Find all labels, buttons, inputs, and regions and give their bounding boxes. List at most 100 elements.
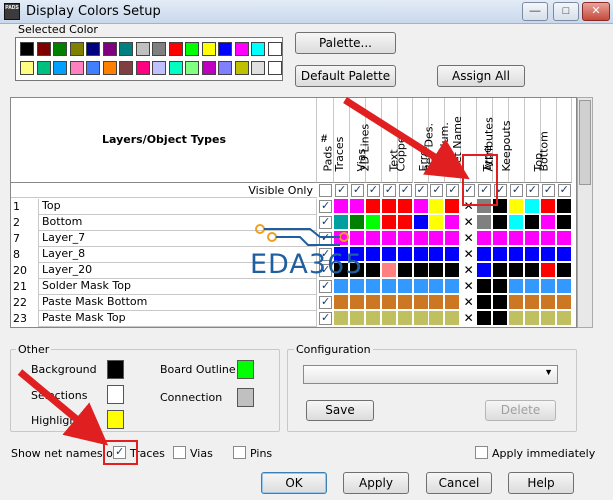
column-visible-checkbox[interactable] bbox=[335, 183, 348, 197]
color-cell[interactable] bbox=[413, 263, 429, 278]
color-cell[interactable] bbox=[508, 279, 524, 294]
column-visible-checkbox[interactable] bbox=[494, 183, 507, 197]
palette-color-cell[interactable] bbox=[267, 61, 282, 75]
layer-visible-checkbox[interactable] bbox=[319, 231, 332, 245]
color-cell[interactable] bbox=[445, 231, 461, 246]
color-cell[interactable] bbox=[413, 295, 429, 310]
palette-color-cell[interactable] bbox=[152, 61, 166, 75]
palette-color-cell[interactable] bbox=[135, 42, 150, 56]
color-cell[interactable] bbox=[477, 247, 493, 262]
column-visible-checkbox[interactable] bbox=[366, 183, 380, 197]
connection-color-swatch[interactable] bbox=[237, 388, 254, 407]
palette-color-cell[interactable] bbox=[20, 61, 34, 75]
palette-color-cell[interactable] bbox=[20, 42, 34, 56]
color-cell[interactable] bbox=[540, 295, 556, 310]
color-cell[interactable] bbox=[381, 263, 397, 278]
selections-color-swatch[interactable] bbox=[107, 385, 124, 404]
palette-color-cell[interactable] bbox=[218, 42, 232, 56]
board-outline-color-swatch[interactable] bbox=[237, 360, 254, 379]
color-cell[interactable] bbox=[334, 295, 349, 310]
color-cell[interactable] bbox=[556, 263, 572, 278]
color-cell[interactable] bbox=[540, 263, 556, 278]
highlight-color-swatch[interactable] bbox=[107, 410, 124, 429]
palette-color-cell[interactable] bbox=[102, 42, 117, 56]
maximize-button[interactable]: □ bbox=[553, 2, 579, 21]
color-cell[interactable] bbox=[365, 199, 381, 214]
palette-color-cell[interactable] bbox=[185, 42, 199, 56]
color-cell[interactable] bbox=[493, 231, 508, 246]
color-cell[interactable] bbox=[524, 311, 540, 326]
palette-color-cell[interactable] bbox=[168, 61, 183, 75]
color-cell[interactable] bbox=[381, 247, 397, 262]
color-cell[interactable] bbox=[365, 295, 381, 310]
color-cell[interactable] bbox=[524, 263, 540, 278]
color-cell[interactable] bbox=[477, 279, 493, 294]
color-cell[interactable] bbox=[381, 311, 397, 326]
color-cell[interactable] bbox=[508, 263, 524, 278]
traces-checkbox[interactable] bbox=[113, 445, 126, 459]
visible-only-all-checkbox[interactable] bbox=[319, 184, 332, 197]
color-cell[interactable] bbox=[540, 279, 556, 294]
color-cell[interactable] bbox=[429, 311, 445, 326]
color-cell[interactable] bbox=[540, 311, 556, 326]
color-cell[interactable] bbox=[524, 231, 540, 246]
color-cell[interactable] bbox=[540, 247, 556, 262]
column-visible-checkbox[interactable] bbox=[446, 183, 460, 197]
default-palette-button[interactable]: Default Palette bbox=[295, 65, 396, 87]
color-cell[interactable] bbox=[524, 295, 540, 310]
color-cell[interactable] bbox=[508, 231, 524, 246]
color-cell[interactable] bbox=[381, 199, 397, 214]
color-cell[interactable] bbox=[508, 295, 524, 310]
palette-color-cell[interactable] bbox=[185, 61, 199, 75]
color-cell[interactable] bbox=[334, 231, 349, 246]
column-visible-checkbox[interactable] bbox=[557, 183, 571, 197]
palette-color-cell[interactable] bbox=[53, 42, 67, 56]
color-cell[interactable] bbox=[429, 295, 445, 310]
color-cell[interactable] bbox=[365, 215, 381, 230]
color-cell[interactable] bbox=[349, 215, 365, 230]
cancel-button[interactable]: Cancel bbox=[426, 472, 492, 494]
color-cell[interactable] bbox=[445, 279, 461, 294]
color-cell[interactable] bbox=[508, 311, 524, 326]
color-cell[interactable] bbox=[508, 215, 524, 230]
palette-color-cell[interactable] bbox=[36, 42, 51, 56]
color-cell[interactable] bbox=[397, 279, 413, 294]
close-button[interactable]: ✕ bbox=[582, 2, 610, 21]
scrollbar-thumb[interactable] bbox=[579, 100, 591, 185]
color-cell[interactable] bbox=[508, 199, 524, 214]
color-cell[interactable] bbox=[429, 231, 445, 246]
palette-color-cell[interactable] bbox=[119, 42, 133, 56]
color-cell[interactable] bbox=[477, 199, 493, 214]
palette-color-cell[interactable] bbox=[36, 61, 51, 75]
color-cell[interactable] bbox=[365, 279, 381, 294]
color-cell[interactable] bbox=[556, 215, 572, 230]
color-cell[interactable] bbox=[556, 311, 572, 326]
color-cell[interactable] bbox=[493, 295, 508, 310]
palette-color-cell[interactable] bbox=[234, 42, 249, 56]
color-cell[interactable] bbox=[493, 311, 508, 326]
color-cell[interactable] bbox=[381, 279, 397, 294]
color-cell[interactable] bbox=[493, 279, 508, 294]
color-cell[interactable] bbox=[493, 247, 508, 262]
color-cell[interactable] bbox=[524, 199, 540, 214]
color-cell[interactable] bbox=[524, 215, 540, 230]
color-cell[interactable] bbox=[397, 247, 413, 262]
color-cell[interactable] bbox=[445, 199, 461, 214]
color-cell[interactable] bbox=[397, 199, 413, 214]
color-cell[interactable] bbox=[540, 215, 556, 230]
color-cell[interactable] bbox=[493, 215, 508, 230]
palette-color-cell[interactable] bbox=[267, 42, 282, 56]
color-cell[interactable] bbox=[556, 279, 572, 294]
color-cell[interactable] bbox=[413, 247, 429, 262]
color-cell[interactable] bbox=[349, 231, 365, 246]
color-cell[interactable] bbox=[445, 311, 461, 326]
palette-color-cell[interactable] bbox=[234, 61, 249, 75]
color-cell[interactable] bbox=[493, 199, 508, 214]
grid-scrollbar[interactable] bbox=[577, 97, 593, 328]
color-cell[interactable] bbox=[556, 247, 572, 262]
column-visible-checkbox[interactable] bbox=[414, 183, 428, 197]
palette-button[interactable]: Palette... bbox=[295, 32, 396, 54]
column-visible-checkbox[interactable] bbox=[478, 183, 492, 197]
palette-color-cell[interactable] bbox=[201, 42, 216, 56]
color-cell[interactable] bbox=[365, 247, 381, 262]
